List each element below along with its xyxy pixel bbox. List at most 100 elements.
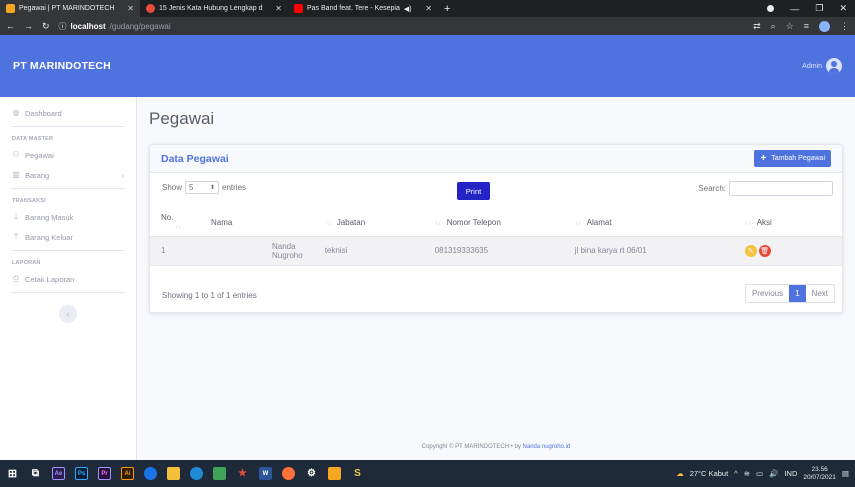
battery-icon[interactable]: ▭ (756, 469, 763, 478)
weather-text[interactable]: 27°C Kabut (690, 469, 728, 478)
sidebar-item-label: Dashboard (25, 108, 62, 118)
firefox-icon[interactable] (282, 467, 295, 480)
edit-button[interactable]: ✎ (744, 244, 757, 257)
browser-tab[interactable]: Pas Band feat. Tere - Kesepia ◀) ✕ (288, 0, 438, 17)
chrome-icon[interactable] (144, 467, 157, 480)
column-header-telepon[interactable]: ↑↓ Nomor Telepon (423, 209, 564, 237)
sidebar-toggle-button[interactable]: ‹ (59, 305, 77, 323)
close-tab-icon[interactable]: ✕ (127, 4, 134, 13)
weather-icon: ☁ (676, 469, 684, 478)
browser-tab-active[interactable]: Pegawai | PT MARINDOTECH ✕ (0, 0, 140, 17)
browser-tab[interactable]: 15 Jenis Kata Hubung Lengkap d ✕ (140, 0, 288, 17)
illustrator-icon[interactable]: Ai (121, 467, 134, 480)
main-content: Pegawai Data Pegawai + Tambah Pegawai Sh… (137, 97, 855, 460)
translate-icon[interactable]: ⇄ (753, 21, 761, 32)
notification-icon[interactable]: ▤ (842, 469, 849, 478)
add-button-label: Tambah Pegawai (771, 155, 825, 162)
language-indicator[interactable]: IND (784, 469, 797, 478)
bookmark-star-icon[interactable]: ☆ (786, 21, 794, 32)
app-star-icon[interactable]: ★ (236, 467, 249, 480)
upload-icon: ⤒ (14, 232, 18, 241)
sidebar-item-cetak-laporan[interactable]: ⎙ Cetak Laporan (12, 269, 124, 289)
pegawai-table: No. ↑↓ Nama ↑↓ Jabatan ↑↓ Nomor Telepon ↑↓… (150, 209, 842, 266)
sidebar-item-barang-masuk[interactable]: ⤓ Barang Masuk (12, 207, 124, 227)
forward-icon[interactable]: → (24, 21, 33, 31)
browser-toolbar-right: ⇄ ⌕ ☆ ≡ ⋮ (753, 20, 849, 32)
sidebar-divider (12, 188, 124, 189)
window-controls: — ❐ ✕ (767, 3, 855, 14)
url-host: localhost (70, 21, 106, 31)
reading-list-icon[interactable]: ≡ (804, 21, 809, 31)
premiere-icon[interactable]: Pr (98, 467, 111, 480)
delete-button[interactable]: 🗑 (758, 244, 771, 257)
column-header-nama[interactable]: Nama (200, 209, 314, 237)
new-tab-button[interactable]: + (438, 3, 456, 15)
sidebar-item-barang-keluar[interactable]: ⤒ Barang Keluar (12, 227, 124, 247)
brand-logo-text[interactable]: PT MARINDOTECH (13, 60, 111, 72)
profile-avatar[interactable] (819, 20, 830, 32)
sort-icon: ↑↓ (744, 220, 751, 227)
volume-icon[interactable]: 🔊 (769, 469, 778, 478)
sidebar-item-label: Barang Masuk (25, 212, 74, 222)
xampp-icon[interactable]: S (351, 467, 364, 480)
column-header-aksi[interactable]: ↑↓ Aksi (733, 209, 842, 237)
after-effects-icon[interactable]: Ae (52, 467, 65, 480)
entries-label: entries (222, 183, 247, 192)
windows-start-icon[interactable]: ⊞ (6, 467, 19, 480)
word-icon[interactable]: W (259, 467, 272, 480)
tray-chevron-icon[interactable]: ^ (734, 469, 738, 478)
maximize-icon[interactable]: ❐ (815, 3, 823, 14)
sidebar-divider (12, 292, 124, 293)
minimize-icon[interactable]: — (790, 4, 799, 14)
system-tray: ☁ 27°C Kabut ^ ≋ ▭ 🔊 IND 23.56 20/07/202… (676, 466, 849, 482)
back-icon[interactable]: ← (6, 21, 15, 31)
column-header-no[interactable]: No. ↑↓ (150, 209, 200, 237)
settings-gear-icon[interactable]: ⚙ (305, 467, 318, 480)
add-pegawai-button[interactable]: + Tambah Pegawai (754, 150, 831, 167)
sidebar-heading: LAPORAN (12, 260, 41, 266)
sidebar-item-pegawai[interactable]: ⚇ Pegawai (12, 145, 124, 165)
search-input[interactable] (729, 181, 833, 196)
task-view-icon[interactable]: ⧉ (29, 467, 42, 480)
sidebar-divider (12, 126, 124, 127)
row-actions: ✎ 🗑 (744, 244, 831, 257)
pagination-previous[interactable]: Previous (746, 285, 789, 302)
tab-title: 15 Jenis Kata Hubung Lengkap d (159, 5, 263, 12)
app-topbar: PT MARINDOTECH Admin (0, 35, 855, 97)
browser-tab-bar: Pegawai | PT MARINDOTECH ✕ 15 Jenis Kata… (0, 0, 855, 17)
data-card: Data Pegawai + Tambah Pegawai Show 5 ⬍ e… (149, 144, 843, 313)
user-name: Admin (802, 62, 822, 70)
print-button[interactable]: Print (457, 182, 490, 200)
zoom-icon[interactable]: ⌕ (771, 21, 776, 32)
tab-title: Pegawai | PT MARINDOTECH (19, 5, 115, 12)
header-label: No. (161, 213, 174, 223)
notepad-icon[interactable] (213, 467, 226, 480)
close-tab-icon[interactable]: ✕ (275, 4, 282, 13)
search-label: Search: (698, 184, 726, 193)
pagination-page-current[interactable]: 1 (789, 285, 806, 302)
sidebar-item-dashboard[interactable]: ◍ Dashboard (12, 103, 124, 123)
info-icon[interactable]: ⓘ (59, 21, 67, 32)
photoshop-icon[interactable]: Ps (75, 467, 88, 480)
header-label: Nomor Telepon (446, 217, 501, 227)
header-label: Jabatan (336, 217, 366, 227)
table-info: Showing 1 to 1 of 1 entries (162, 291, 257, 300)
sublime-icon[interactable] (328, 467, 341, 480)
cell-jabatan: teknisi (313, 236, 424, 266)
close-window-icon[interactable]: ✕ (839, 3, 847, 14)
file-explorer-icon[interactable] (167, 467, 180, 480)
reload-icon[interactable]: ↻ (42, 21, 50, 32)
author-link[interactable]: Nanda nugroho.id (523, 444, 571, 450)
column-header-alamat[interactable]: ↑↓ Alamat (563, 209, 734, 237)
entries-select[interactable]: 5 ⬍ (185, 181, 220, 194)
user-menu[interactable]: Admin (802, 58, 842, 74)
sidebar-item-barang[interactable]: ▥ Barang › (12, 165, 124, 185)
clock[interactable]: 23.56 20/07/2021 (803, 466, 836, 482)
network-icon[interactable]: ≋ (744, 469, 750, 478)
close-tab-icon[interactable]: ✕ (425, 4, 432, 13)
edge-icon[interactable] (190, 467, 203, 480)
column-header-jabatan[interactable]: ↑↓ Jabatan (313, 209, 424, 237)
menu-dots-icon[interactable]: ⋮ (840, 21, 849, 32)
pagination-next[interactable]: Next (806, 285, 834, 302)
url-field[interactable]: ⓘ localhost/gudang/pegawai (59, 21, 171, 32)
